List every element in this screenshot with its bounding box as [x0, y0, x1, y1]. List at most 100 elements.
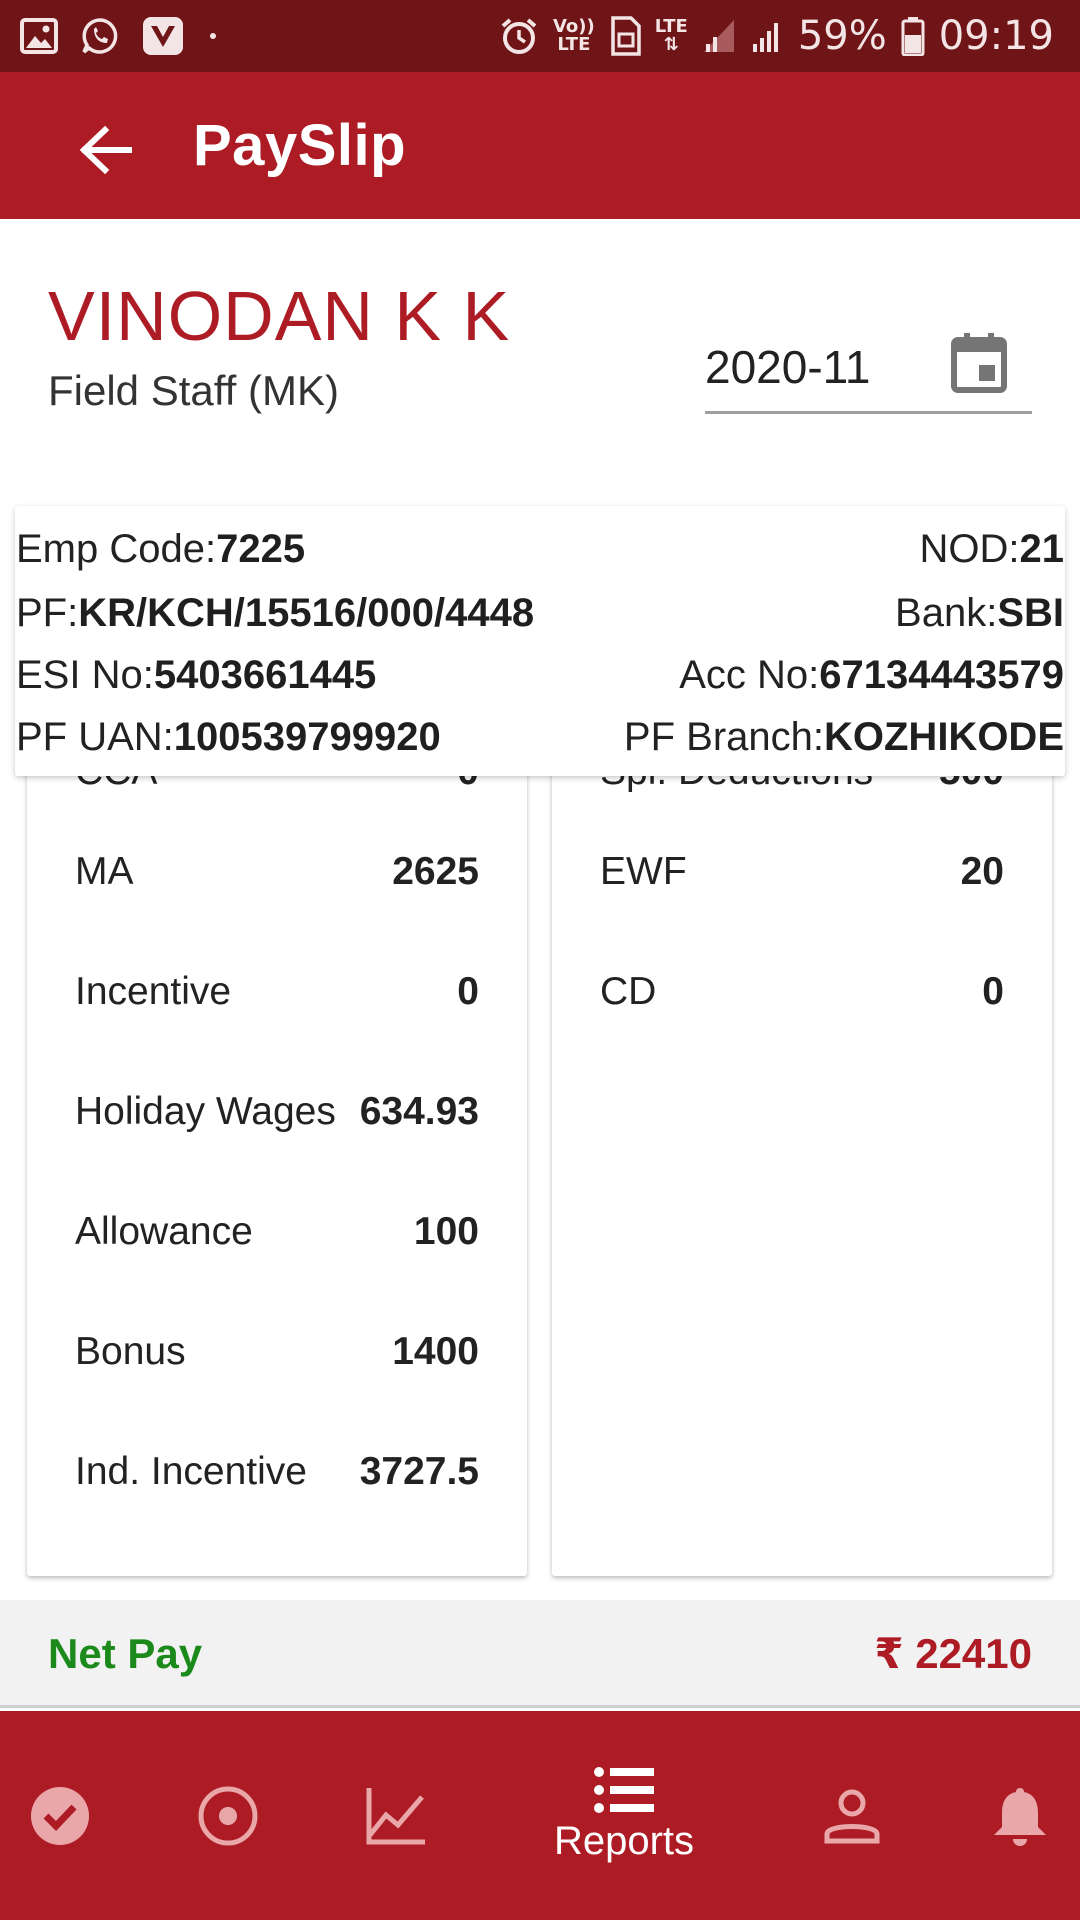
- bottom-nav: Reports: [0, 1711, 1080, 1920]
- month-value: 2020-11: [705, 341, 871, 393]
- earning-label: Allowance: [75, 1210, 253, 1253]
- volte-icon: Vo)) LTE: [553, 18, 595, 54]
- account-number: Acc No:67134443579: [679, 653, 1064, 698]
- battery-icon: [901, 16, 925, 56]
- earning-value: 0: [457, 970, 479, 1013]
- info-row: PF UAN:100539799920 PF Branch:KOZHIKODE: [16, 712, 1064, 762]
- info-row: PF:KR/KCH/15516/000/4448 Bank:SBI: [16, 588, 1064, 638]
- uan-label: PF UAN:: [16, 714, 174, 759]
- esi-label: ESI No:: [16, 652, 154, 697]
- back-button[interactable]: [66, 112, 146, 188]
- nav-item-tracking[interactable]: [178, 1711, 278, 1920]
- employee-role: Field Staff (MK): [48, 367, 339, 414]
- alarm-icon: [499, 16, 539, 56]
- esi-number: ESI No:5403661445: [16, 653, 376, 698]
- calendar-icon[interactable]: [950, 332, 1008, 399]
- deduction-row: Spl. Deductions 500: [600, 776, 1004, 802]
- net-pay-label: Net Pay: [48, 1630, 203, 1677]
- pf-label: PF:: [16, 590, 79, 635]
- lte-label: LTE: [654, 16, 688, 37]
- net-pay-value: ₹ 22410: [874, 1630, 1032, 1677]
- signal-icon: [750, 18, 784, 54]
- payslip-details[interactable]: CCA 0 MA 2625 Incentive 0 Holiday Wages …: [0, 776, 1080, 1600]
- volte-bottom: LTE: [557, 34, 591, 55]
- gallery-icon: [20, 18, 58, 54]
- dot-icon: [206, 29, 220, 43]
- pf-branch: PF Branch:KOZHIKODE: [624, 715, 1064, 760]
- earning-label: Bonus: [75, 1330, 186, 1373]
- employee-name: VINODAN K K: [48, 277, 511, 355]
- acc-value: 67134443579: [819, 652, 1064, 697]
- list-icon: [594, 1767, 654, 1813]
- nav-item-reports[interactable]: Reports: [524, 1711, 724, 1920]
- deduction-row: EWF 20: [600, 842, 1004, 902]
- earning-label: Incentive: [75, 970, 232, 1013]
- earning-value: 0: [457, 776, 479, 794]
- status-bar-right: Vo)) LTE LTE ⇅ 59% 09:19: [499, 10, 1054, 62]
- earning-value: 2625: [392, 850, 479, 893]
- earnings-card: CCA 0 MA 2625 Incentive 0 Holiday Wages …: [27, 776, 527, 1576]
- earning-value: 1400: [392, 1330, 479, 1373]
- nav-item-notifications[interactable]: [970, 1711, 1070, 1920]
- deduction-value: 500: [939, 776, 1004, 794]
- acc-label: Acc No:: [679, 652, 820, 697]
- deduction-row: CD 0: [600, 962, 1004, 1022]
- earning-value: 3727.5: [359, 1450, 479, 1493]
- info-row: ESI No:5403661445 Acc No:67134443579: [16, 650, 1064, 700]
- bank: Bank:SBI: [895, 591, 1064, 636]
- person-icon: [824, 1789, 880, 1843]
- nod: NOD:21: [920, 527, 1065, 572]
- net-pay-bar: Net Pay ₹ 22410: [0, 1600, 1080, 1708]
- deduction-label: Spl. Deductions: [600, 776, 873, 794]
- uan-value: 100539799920: [173, 714, 441, 759]
- earning-label: Holiday Wages: [75, 1090, 336, 1133]
- page-title: PaySlip: [193, 113, 407, 178]
- nod-label: NOD:: [919, 526, 1020, 571]
- deductions-card: Spl. Deductions 500 EWF 20 CD 0: [552, 776, 1052, 1576]
- esi-value: 5403661445: [153, 652, 377, 697]
- earning-label: Ind. Incentive: [75, 1450, 307, 1493]
- battery-percent: 59%: [797, 13, 887, 59]
- nav-item-profile[interactable]: [802, 1711, 902, 1920]
- earning-value: 634.93: [359, 1090, 479, 1133]
- deduction-label: CD: [600, 970, 657, 1013]
- earning-row: CCA 0: [75, 776, 479, 802]
- emp-code: Emp Code:7225: [16, 527, 305, 572]
- earning-row: Allowance 100: [75, 1202, 479, 1262]
- info-row: Emp Code:7225 NOD:21: [16, 524, 1064, 574]
- nav-item-attendance[interactable]: [10, 1711, 110, 1920]
- emp-code-value: 7225: [216, 526, 306, 571]
- bank-value: SBI: [997, 590, 1064, 635]
- radio-target-icon: [198, 1786, 258, 1845]
- whatsapp-icon: [80, 16, 120, 56]
- deduction-value: 20: [960, 850, 1004, 893]
- bank-label: Bank:: [895, 590, 998, 635]
- nod-value: 21: [1019, 526, 1065, 571]
- vi-icon: [142, 16, 184, 56]
- pf-uan: PF UAN:100539799920: [16, 715, 441, 760]
- status-bar: Vo)) LTE LTE ⇅ 59% 09:19: [0, 0, 1080, 72]
- app-bar: PaySlip: [0, 72, 1080, 219]
- pf-value: KR/KCH/15516/000/4448: [78, 590, 535, 635]
- check-circle-icon: [31, 1786, 89, 1845]
- earning-row: Bonus 1400: [75, 1322, 479, 1382]
- trending-chart-icon: [366, 1787, 425, 1844]
- deduction-label: EWF: [600, 850, 687, 893]
- earning-label: MA: [75, 850, 134, 893]
- earning-value: 100: [413, 1210, 479, 1253]
- lte-icon: LTE ⇅: [654, 16, 688, 55]
- bell-icon: [994, 1787, 1046, 1846]
- earning-row: MA 2625: [75, 842, 479, 902]
- emp-code-label: Emp Code:: [16, 526, 217, 571]
- earning-label: CCA: [75, 776, 157, 794]
- hd-icon: [609, 16, 641, 56]
- earning-row: Ind. Incentive 3727.5: [75, 1442, 479, 1502]
- branch-value: KOZHIKODE: [824, 714, 1064, 759]
- earning-row: Holiday Wages 634.93: [75, 1082, 479, 1142]
- month-picker[interactable]: 2020-11: [705, 320, 1032, 414]
- branch-label: PF Branch:: [623, 714, 824, 759]
- nav-item-analytics[interactable]: [346, 1711, 446, 1920]
- clock: 09:19: [938, 13, 1054, 59]
- deduction-value: 0: [982, 970, 1004, 1013]
- nav-label-reports: Reports: [553, 1819, 695, 1863]
